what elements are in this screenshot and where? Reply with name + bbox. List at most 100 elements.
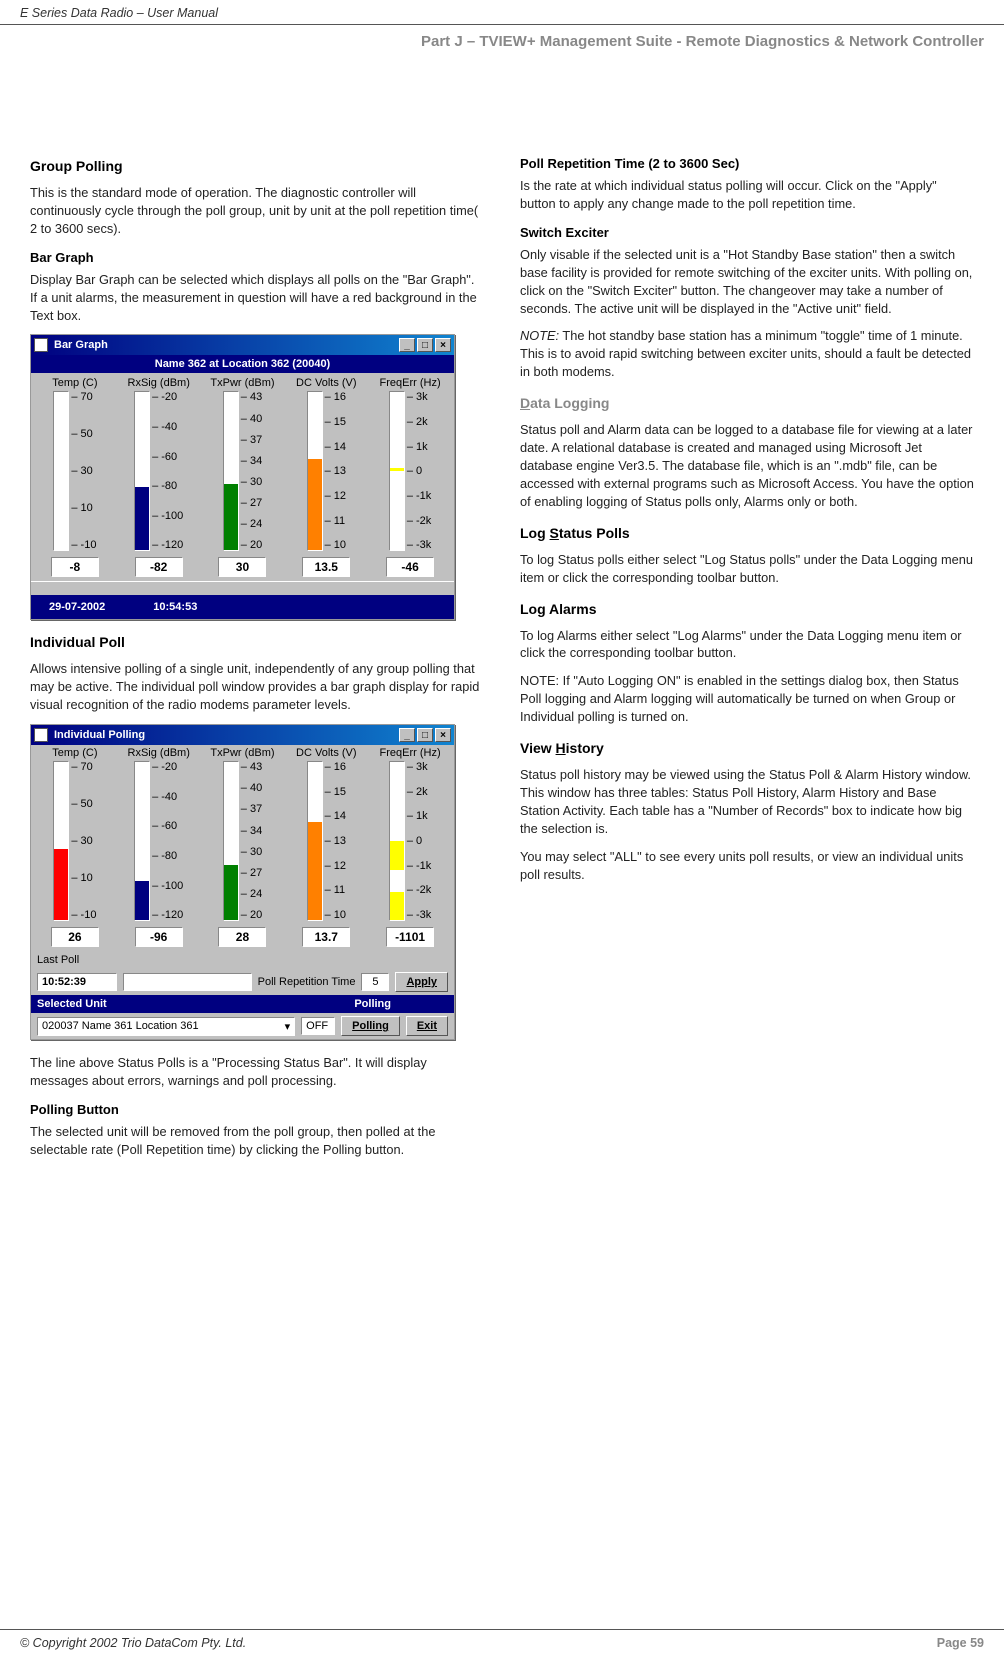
gauge-label: FreqErr (Hz) bbox=[380, 377, 441, 389]
bar-graph-text: Display Bar Graph can be selected which … bbox=[30, 271, 484, 325]
gauge-tick: – 2k bbox=[405, 786, 431, 798]
gauge-tick: – 37 bbox=[239, 803, 262, 815]
gauge-tick: – -3k bbox=[405, 539, 431, 551]
se-note: NOTE: The hot standby base station has a… bbox=[520, 327, 974, 381]
gauge: Temp (C)– 70– 50– 30– 10– -1026 bbox=[35, 747, 115, 947]
gauge-tick: – 10 bbox=[69, 502, 96, 514]
gauge-tick: – -120 bbox=[150, 909, 183, 921]
gauge-label: FreqErr (Hz) bbox=[380, 747, 441, 759]
gauge-tick: – 2k bbox=[405, 416, 431, 428]
processing-status-bar bbox=[123, 973, 252, 991]
gauge-tick: – 3k bbox=[405, 761, 431, 773]
gauge-label: Temp (C) bbox=[52, 377, 97, 389]
copyright-text: © Copyright 2002 Trio DataCom Pty. Ltd. bbox=[20, 1636, 246, 1650]
gauge-label: TxPwr (dBm) bbox=[210, 377, 274, 389]
gauge-label: DC Volts (V) bbox=[296, 377, 357, 389]
gauge-tick: – 34 bbox=[239, 455, 262, 467]
gauge-label: RxSig (dBm) bbox=[128, 747, 190, 759]
gauge-tick: – -10 bbox=[69, 909, 96, 921]
polling-label: Polling bbox=[354, 998, 391, 1010]
gauge-tick: – -2k bbox=[405, 884, 431, 896]
data-logging-text: Status poll and Alarm data can be logged… bbox=[520, 421, 974, 511]
gauge-tick: – 0 bbox=[405, 835, 431, 847]
gauge-tick: – -100 bbox=[150, 880, 183, 892]
gauge-bar bbox=[223, 761, 239, 921]
minimize-icon[interactable]: _ bbox=[399, 728, 415, 742]
gauge-tick: – 30 bbox=[69, 465, 96, 477]
gauge-tick: – 37 bbox=[239, 434, 262, 446]
maximize-icon[interactable]: □ bbox=[417, 728, 433, 742]
gauge-label: RxSig (dBm) bbox=[128, 377, 190, 389]
gauge-tick: – 27 bbox=[239, 497, 262, 509]
gauge: DC Volts (V)– 16– 15– 14– 13– 12– 11– 10… bbox=[286, 747, 366, 947]
gauge-tick: – 10 bbox=[69, 872, 96, 884]
gauge-tick: – 20 bbox=[239, 539, 262, 551]
psb-text: The line above Status Polls is a "Proces… bbox=[30, 1054, 484, 1090]
gauge-tick: – -60 bbox=[150, 820, 183, 832]
rep-label: Poll Repetition Time bbox=[258, 976, 356, 988]
individual-poll-heading: Individual Poll bbox=[30, 634, 484, 650]
polling-button-text: The selected unit will be removed from t… bbox=[30, 1123, 484, 1159]
last-poll-label: Last Poll bbox=[37, 954, 79, 966]
doc-title: E Series Data Radio – User Manual bbox=[0, 0, 1004, 25]
apply-button[interactable]: Apply bbox=[395, 972, 448, 992]
polling-button[interactable]: Polling bbox=[341, 1016, 400, 1036]
gauge-tick: – 24 bbox=[239, 518, 262, 530]
gauge-tick: – 1k bbox=[405, 441, 431, 453]
part-title: Part J – TVIEW+ Management Suite - Remot… bbox=[0, 25, 1004, 54]
gauge-tick: – 16 bbox=[323, 761, 346, 773]
la-text: To log Alarms either select "Log Alarms"… bbox=[520, 627, 974, 663]
gauge-value: 28 bbox=[218, 927, 266, 947]
window-icon bbox=[34, 338, 48, 352]
se-text: Only visable if the selected unit is a "… bbox=[520, 246, 974, 318]
gauge-tick: – 12 bbox=[323, 860, 346, 872]
gauge-tick: – -40 bbox=[150, 791, 183, 803]
gauge: TxPwr (dBm)– 43– 40– 37– 34– 30– 27– 24–… bbox=[203, 377, 283, 577]
lsp-text: To log Status polls either select "Log S… bbox=[520, 551, 974, 587]
gauge-tick: – 40 bbox=[239, 782, 262, 794]
gauge-tick: – 11 bbox=[323, 884, 346, 896]
gauge-tick: – 40 bbox=[239, 413, 262, 425]
chevron-down-icon: ▾ bbox=[285, 1020, 291, 1033]
maximize-icon[interactable]: □ bbox=[417, 338, 433, 352]
rep-value-input[interactable]: 5 bbox=[361, 973, 389, 991]
gauge-tick: – -80 bbox=[150, 480, 183, 492]
close-icon[interactable]: × bbox=[435, 728, 451, 742]
bar-graph-titlebar: Bar Graph _ □ × bbox=[31, 335, 454, 355]
gauge-tick: – -1k bbox=[405, 860, 431, 872]
gauge-bar bbox=[134, 391, 150, 551]
gauge-tick: – 13 bbox=[323, 465, 346, 477]
gauge-tick: – 20 bbox=[239, 909, 262, 921]
la-note: NOTE: If "Auto Logging ON" is enabled in… bbox=[520, 672, 974, 726]
gauge-tick: – 34 bbox=[239, 825, 262, 837]
gauge-value: 26 bbox=[51, 927, 99, 947]
gauge: Temp (C)– 70– 50– 30– 10– -10-8 bbox=[35, 377, 115, 577]
gauge-tick: – -3k bbox=[405, 909, 431, 921]
selected-unit-dropdown[interactable]: 020037 Name 361 Location 361 ▾ bbox=[37, 1017, 295, 1036]
minimize-icon[interactable]: _ bbox=[399, 338, 415, 352]
gauge-tick: – 15 bbox=[323, 416, 346, 428]
gauge-value: 13.7 bbox=[302, 927, 350, 947]
gauge-bar bbox=[53, 391, 69, 551]
exit-button[interactable]: Exit bbox=[406, 1016, 448, 1036]
gauge-tick: – 15 bbox=[323, 786, 346, 798]
gauge-value: -8 bbox=[51, 557, 99, 577]
gauge-tick: – 16 bbox=[323, 391, 346, 403]
close-icon[interactable]: × bbox=[435, 338, 451, 352]
polling-button-heading: Polling Button bbox=[30, 1102, 484, 1117]
group-polling-heading: Group Polling bbox=[30, 158, 484, 174]
bar-graph-header: Name 362 at Location 362 (20040) bbox=[31, 355, 454, 373]
gauge-tick: – 24 bbox=[239, 888, 262, 900]
page-footer: © Copyright 2002 Trio DataCom Pty. Ltd. … bbox=[0, 1629, 1004, 1656]
gauge-tick: – 30 bbox=[239, 476, 262, 488]
gauge-tick: – 50 bbox=[69, 428, 96, 440]
gauge: DC Volts (V)– 16– 15– 14– 13– 12– 11– 10… bbox=[286, 377, 366, 577]
page-number: Page 59 bbox=[937, 1636, 984, 1650]
gauge-label: TxPwr (dBm) bbox=[210, 747, 274, 759]
gauge-value: -96 bbox=[135, 927, 183, 947]
gauge-tick: – 43 bbox=[239, 761, 262, 773]
ip-window-title: Individual Polling bbox=[54, 729, 145, 741]
gauge-tick: – 27 bbox=[239, 867, 262, 879]
left-column: Group Polling This is the standard mode … bbox=[30, 144, 484, 1169]
gauge-tick: – 12 bbox=[323, 490, 346, 502]
